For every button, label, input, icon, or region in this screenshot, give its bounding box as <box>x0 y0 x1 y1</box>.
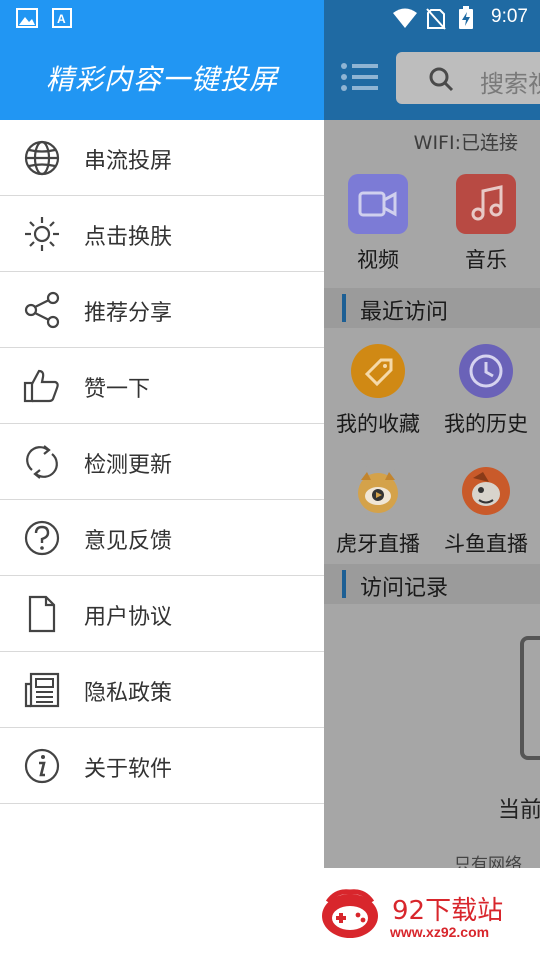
drawer-menu: 串流投屏 点击换肤 推荐分享 赞一下 检测更新 意见反馈 用户协议 隐私政策 关… <box>0 120 324 804</box>
menu-item-feedback[interactable]: 意见反馈 <box>0 500 324 576</box>
video-tile[interactable]: 视频 <box>324 174 432 274</box>
menu-label: 关于软件 <box>84 757 173 782</box>
clock: 9:07 <box>491 6 528 27</box>
douyu-icon <box>459 464 513 518</box>
menu-item-like[interactable]: 赞一下 <box>0 348 324 424</box>
menu-item-skin[interactable]: 点击换肤 <box>0 196 324 272</box>
huya-icon <box>351 464 405 518</box>
clock-icon <box>459 344 513 398</box>
text-app-icon: A <box>52 8 72 28</box>
search-placeholder: 搜索视 <box>480 70 540 98</box>
history-title: 访问记录 <box>360 576 449 601</box>
tag-icon <box>351 344 405 398</box>
wifi-icon <box>393 8 417 28</box>
wifi-status-line: WIFI:已连接 <box>324 120 540 162</box>
image-icon <box>16 8 38 28</box>
video-icon <box>348 174 408 234</box>
watermark-url: www.xz92.com <box>390 924 490 940</box>
drawer-title: 精彩内容一键投屏 <box>45 63 278 96</box>
document-icon <box>28 595 56 633</box>
menu-label: 意见反馈 <box>84 529 173 554</box>
newspaper-icon <box>24 672 60 708</box>
history-section-header: 访问记录 <box>324 564 540 604</box>
music-label: 音乐 <box>465 248 507 272</box>
wifi-status: WIFI:已连接 <box>413 132 518 154</box>
battery-charging-icon <box>459 6 473 29</box>
menu-item-share[interactable]: 推荐分享 <box>0 272 324 348</box>
no-sim-icon <box>426 8 446 30</box>
search-icon <box>429 67 454 92</box>
menu-label: 推荐分享 <box>84 301 173 326</box>
menu-label: 检测更新 <box>84 453 173 478</box>
video-label: 视频 <box>357 248 399 272</box>
status-bar: A 9:07 <box>0 0 540 36</box>
recent-section-header: 最近访问 <box>324 288 540 328</box>
thumbs-up-icon <box>23 369 59 403</box>
app-toolbar: 搜索视 <box>324 36 540 120</box>
search-input[interactable]: 搜索视 <box>396 52 540 104</box>
menu-label: 点击换肤 <box>84 225 173 250</box>
info-icon <box>24 748 60 784</box>
sun-icon <box>25 217 59 251</box>
share-icon <box>24 291 60 329</box>
globe-icon <box>24 140 60 176</box>
menu-item-about[interactable]: 关于软件 <box>0 728 324 804</box>
favorites-tile[interactable]: 我的收藏 <box>324 344 432 438</box>
favorites-label: 我的收藏 <box>336 412 420 436</box>
gamepad-logo-icon <box>322 889 378 938</box>
history-label: 我的历史 <box>444 412 528 436</box>
history-tile[interactable]: 我的历史 <box>432 344 540 438</box>
navigation-drawer: 精彩内容一键投屏 串流投屏 点击换肤 推荐分享 赞一下 检测更新 意见反馈 用户… <box>0 0 324 960</box>
hamburger-menu-icon[interactable] <box>340 62 380 92</box>
menu-label: 用户协议 <box>84 605 173 630</box>
background-app: 搜索视 WIFI:已连接 视频 音乐 最近访问 <box>324 36 540 960</box>
menu-item-user-agreement[interactable]: 用户协议 <box>0 576 324 652</box>
menu-label: 串流投屏 <box>84 149 173 174</box>
menu-item-stream-cast[interactable]: 串流投屏 <box>0 120 324 196</box>
watermark: 92下载站 www.xz92.com <box>296 868 540 960</box>
music-tile[interactable]: 音乐 <box>432 174 540 274</box>
menu-item-check-update[interactable]: 检测更新 <box>0 424 324 500</box>
huya-tile[interactable]: 虎牙直播 <box>324 464 432 558</box>
menu-label: 赞一下 <box>84 377 151 402</box>
refresh-icon <box>26 445 58 479</box>
huya-label: 虎牙直播 <box>336 532 420 556</box>
douyu-tile[interactable]: 斗鱼直播 <box>432 464 540 558</box>
empty-state-title: 当前 <box>498 798 540 823</box>
question-icon <box>24 520 60 556</box>
phone-illustration <box>520 636 540 760</box>
drawer-header: 精彩内容一键投屏 <box>0 36 324 120</box>
recent-title: 最近访问 <box>360 300 449 325</box>
douyu-label: 斗鱼直播 <box>444 532 528 556</box>
watermark-name: 92下载站 <box>392 896 504 926</box>
menu-label: 隐私政策 <box>84 681 173 706</box>
menu-item-privacy-policy[interactable]: 隐私政策 <box>0 652 324 728</box>
svg-text:A: A <box>57 12 66 26</box>
music-icon <box>456 174 516 234</box>
